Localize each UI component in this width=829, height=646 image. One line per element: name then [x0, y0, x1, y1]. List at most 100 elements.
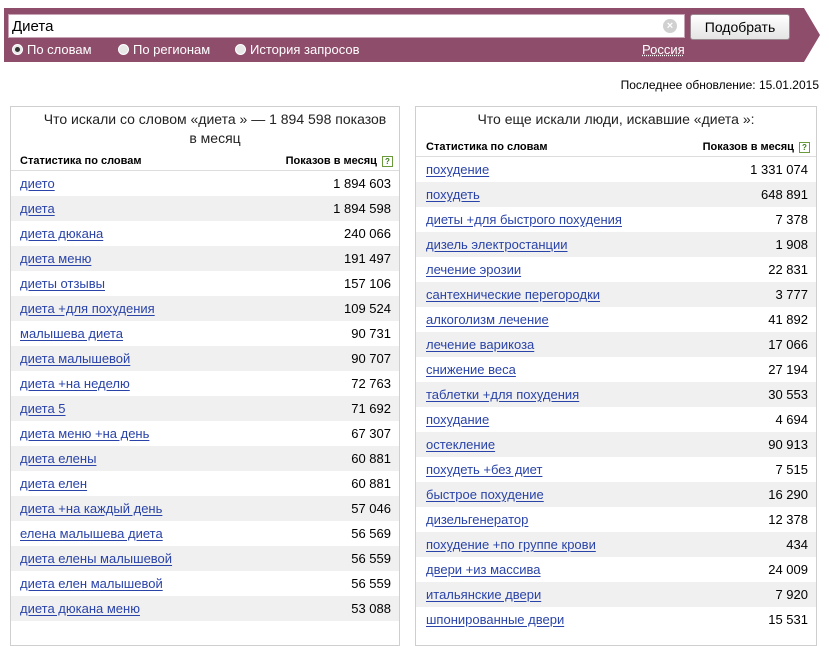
- impressions-count: 3 777: [775, 287, 808, 302]
- keyword-link[interactable]: быстрое похудение: [426, 482, 544, 507]
- keyword-link[interactable]: диета меню: [20, 246, 91, 271]
- search-bar-arrow: [804, 8, 820, 62]
- table-row: сантехнические перегородки 3 777: [416, 282, 816, 307]
- keyword-link[interactable]: диета +на каждый день: [20, 496, 162, 521]
- table-row: диета +на неделю 72 763: [11, 371, 399, 396]
- keyword-link[interactable]: алкоголизм лечение: [426, 307, 549, 332]
- impressions-count: 71 692: [351, 401, 391, 416]
- table-row: снижение веса 27 194: [416, 357, 816, 382]
- keyword-link[interactable]: диета елены малышевой: [20, 546, 172, 571]
- table-row: похудеть +без диет 7 515: [416, 457, 816, 482]
- impressions-count: 1 908: [775, 237, 808, 252]
- impressions-count: 7 515: [775, 462, 808, 477]
- keyword-link[interactable]: диеты отзывы: [20, 271, 105, 296]
- keyword-link[interactable]: дизельгенератор: [426, 507, 528, 532]
- keyword-link[interactable]: двери +из массива: [426, 557, 541, 582]
- impressions-count: 4 694: [775, 412, 808, 427]
- table-row: похудание 4 694: [416, 407, 816, 432]
- table-row: елена малышева диета 56 569: [11, 521, 399, 546]
- table-row: лечение эрозии 22 831: [416, 257, 816, 282]
- keyword-link[interactable]: итальянские двери: [426, 582, 541, 607]
- table-row: шпонированные двери 15 531: [416, 607, 816, 632]
- search-field[interactable]: ×: [8, 14, 685, 38]
- panel-title: Что еще искали люди, искавшие «диета »:: [477, 111, 755, 127]
- table-row: дизель электростанции 1 908: [416, 232, 816, 257]
- keyword-link[interactable]: похудение: [426, 157, 489, 182]
- keyword-link[interactable]: диета елен: [20, 471, 87, 496]
- last-update: Последнее обновление: 15.01.2015: [620, 78, 819, 92]
- keyword-link[interactable]: диета +для похудения: [20, 296, 155, 321]
- table-row: алкоголизм лечение 41 892: [416, 307, 816, 332]
- keyword-link[interactable]: снижение веса: [426, 357, 516, 382]
- keyword-link[interactable]: диета елен малышевой: [20, 571, 163, 596]
- keyword-link[interactable]: похудание: [426, 407, 489, 432]
- impressions-count: 22 831: [768, 262, 808, 277]
- impressions-count: 12 378: [768, 512, 808, 527]
- mode-query-history[interactable]: История запросов: [235, 42, 360, 57]
- table-row: диета меню 191 497: [11, 246, 399, 271]
- table-row: итальянские двери 7 920: [416, 582, 816, 607]
- search-button[interactable]: Подобрать: [690, 14, 790, 40]
- keyword-link[interactable]: малышева диета: [20, 321, 123, 346]
- keyword-link[interactable]: таблетки +для похудения: [426, 382, 579, 407]
- keyword-link[interactable]: дизель электростанции: [426, 232, 568, 257]
- keyword-link[interactable]: похудеть: [426, 182, 480, 207]
- keyword-link[interactable]: диета елены: [20, 446, 96, 471]
- clear-icon[interactable]: ×: [663, 19, 677, 33]
- table-row: диета меню +на день 67 307: [11, 421, 399, 446]
- help-icon[interactable]: ?: [382, 156, 393, 167]
- help-icon[interactable]: ?: [799, 142, 810, 153]
- table-row: диета елен 60 881: [11, 471, 399, 496]
- mode-by-regions[interactable]: По регионам: [118, 42, 210, 57]
- mode-by-words[interactable]: По словам: [12, 42, 92, 57]
- keyword-link[interactable]: елена малышева диета: [20, 521, 163, 546]
- table-row: быстрое похудение 16 290: [416, 482, 816, 507]
- keyword-link[interactable]: шпонированные двери: [426, 607, 564, 632]
- impressions-count: 157 106: [344, 276, 391, 291]
- impressions-count: 56 559: [351, 576, 391, 591]
- keyword-link[interactable]: диета дюкана меню: [20, 596, 140, 621]
- impressions-count: 90 707: [351, 351, 391, 366]
- keyword-link[interactable]: диета +на неделю: [20, 371, 130, 396]
- column-keyword: Статистика по словам: [426, 141, 548, 153]
- table-row: диеты +для быстрого похудения 7 378: [416, 207, 816, 232]
- keyword-link[interactable]: диеты +для быстрого похудения: [426, 207, 622, 232]
- table-row: похудеть 648 891: [416, 182, 816, 207]
- region-link[interactable]: Россия: [642, 42, 685, 57]
- keyword-link[interactable]: лечение эрозии: [426, 257, 521, 282]
- table-row: диета елен малышевой 56 559: [11, 571, 399, 596]
- keyword-link[interactable]: диета дюкана: [20, 221, 103, 246]
- table-header: Статистика по словам Показов в месяц ?: [416, 138, 816, 157]
- keyword-link[interactable]: сантехнические перегородки: [426, 282, 600, 307]
- keyword-link[interactable]: похудение +по группе крови: [426, 532, 596, 557]
- radio-icon[interactable]: [118, 44, 129, 55]
- keyword-link[interactable]: диета: [20, 196, 55, 221]
- column-keyword: Статистика по словам: [20, 155, 142, 167]
- related-queries-panel: Что еще искали люди, искавшие «диета »: …: [415, 106, 817, 646]
- table-row: дизельгенератор 12 378: [416, 507, 816, 532]
- impressions-count: 17 066: [768, 337, 808, 352]
- keyword-link[interactable]: остекление: [426, 432, 495, 457]
- table-row: малышева диета 90 731: [11, 321, 399, 346]
- keyword-link[interactable]: похудеть +без диет: [426, 457, 542, 482]
- keyword-link[interactable]: диета малышевой: [20, 346, 130, 371]
- radio-selected-icon[interactable]: [12, 44, 23, 55]
- keyword-link[interactable]: лечение варикоза: [426, 332, 534, 357]
- impressions-count: 1 331 074: [750, 162, 808, 177]
- table-row: таблетки +для похудения 30 553: [416, 382, 816, 407]
- impressions-count: 648 891: [761, 187, 808, 202]
- impressions-count: 90 731: [351, 326, 391, 341]
- table-row: диета дюкана меню 53 088: [11, 596, 399, 621]
- keyword-list: дието 1 894 603 диета 1 894 598 диета дюкана…: [11, 171, 399, 621]
- table-row: диета 1 894 598: [11, 196, 399, 221]
- column-count: Показов в месяц ?: [703, 138, 810, 156]
- search-input[interactable]: [12, 16, 652, 36]
- table-row: диета елены малышевой 56 559: [11, 546, 399, 571]
- keyword-link[interactable]: диета 5: [20, 396, 66, 421]
- keyword-link[interactable]: диета меню +на день: [20, 421, 149, 446]
- impressions-count: 56 559: [351, 551, 391, 566]
- impressions-count: 7 378: [775, 212, 808, 227]
- impressions-count: 1 894 603: [333, 176, 391, 191]
- keyword-link[interactable]: дието: [20, 171, 55, 196]
- radio-icon[interactable]: [235, 44, 246, 55]
